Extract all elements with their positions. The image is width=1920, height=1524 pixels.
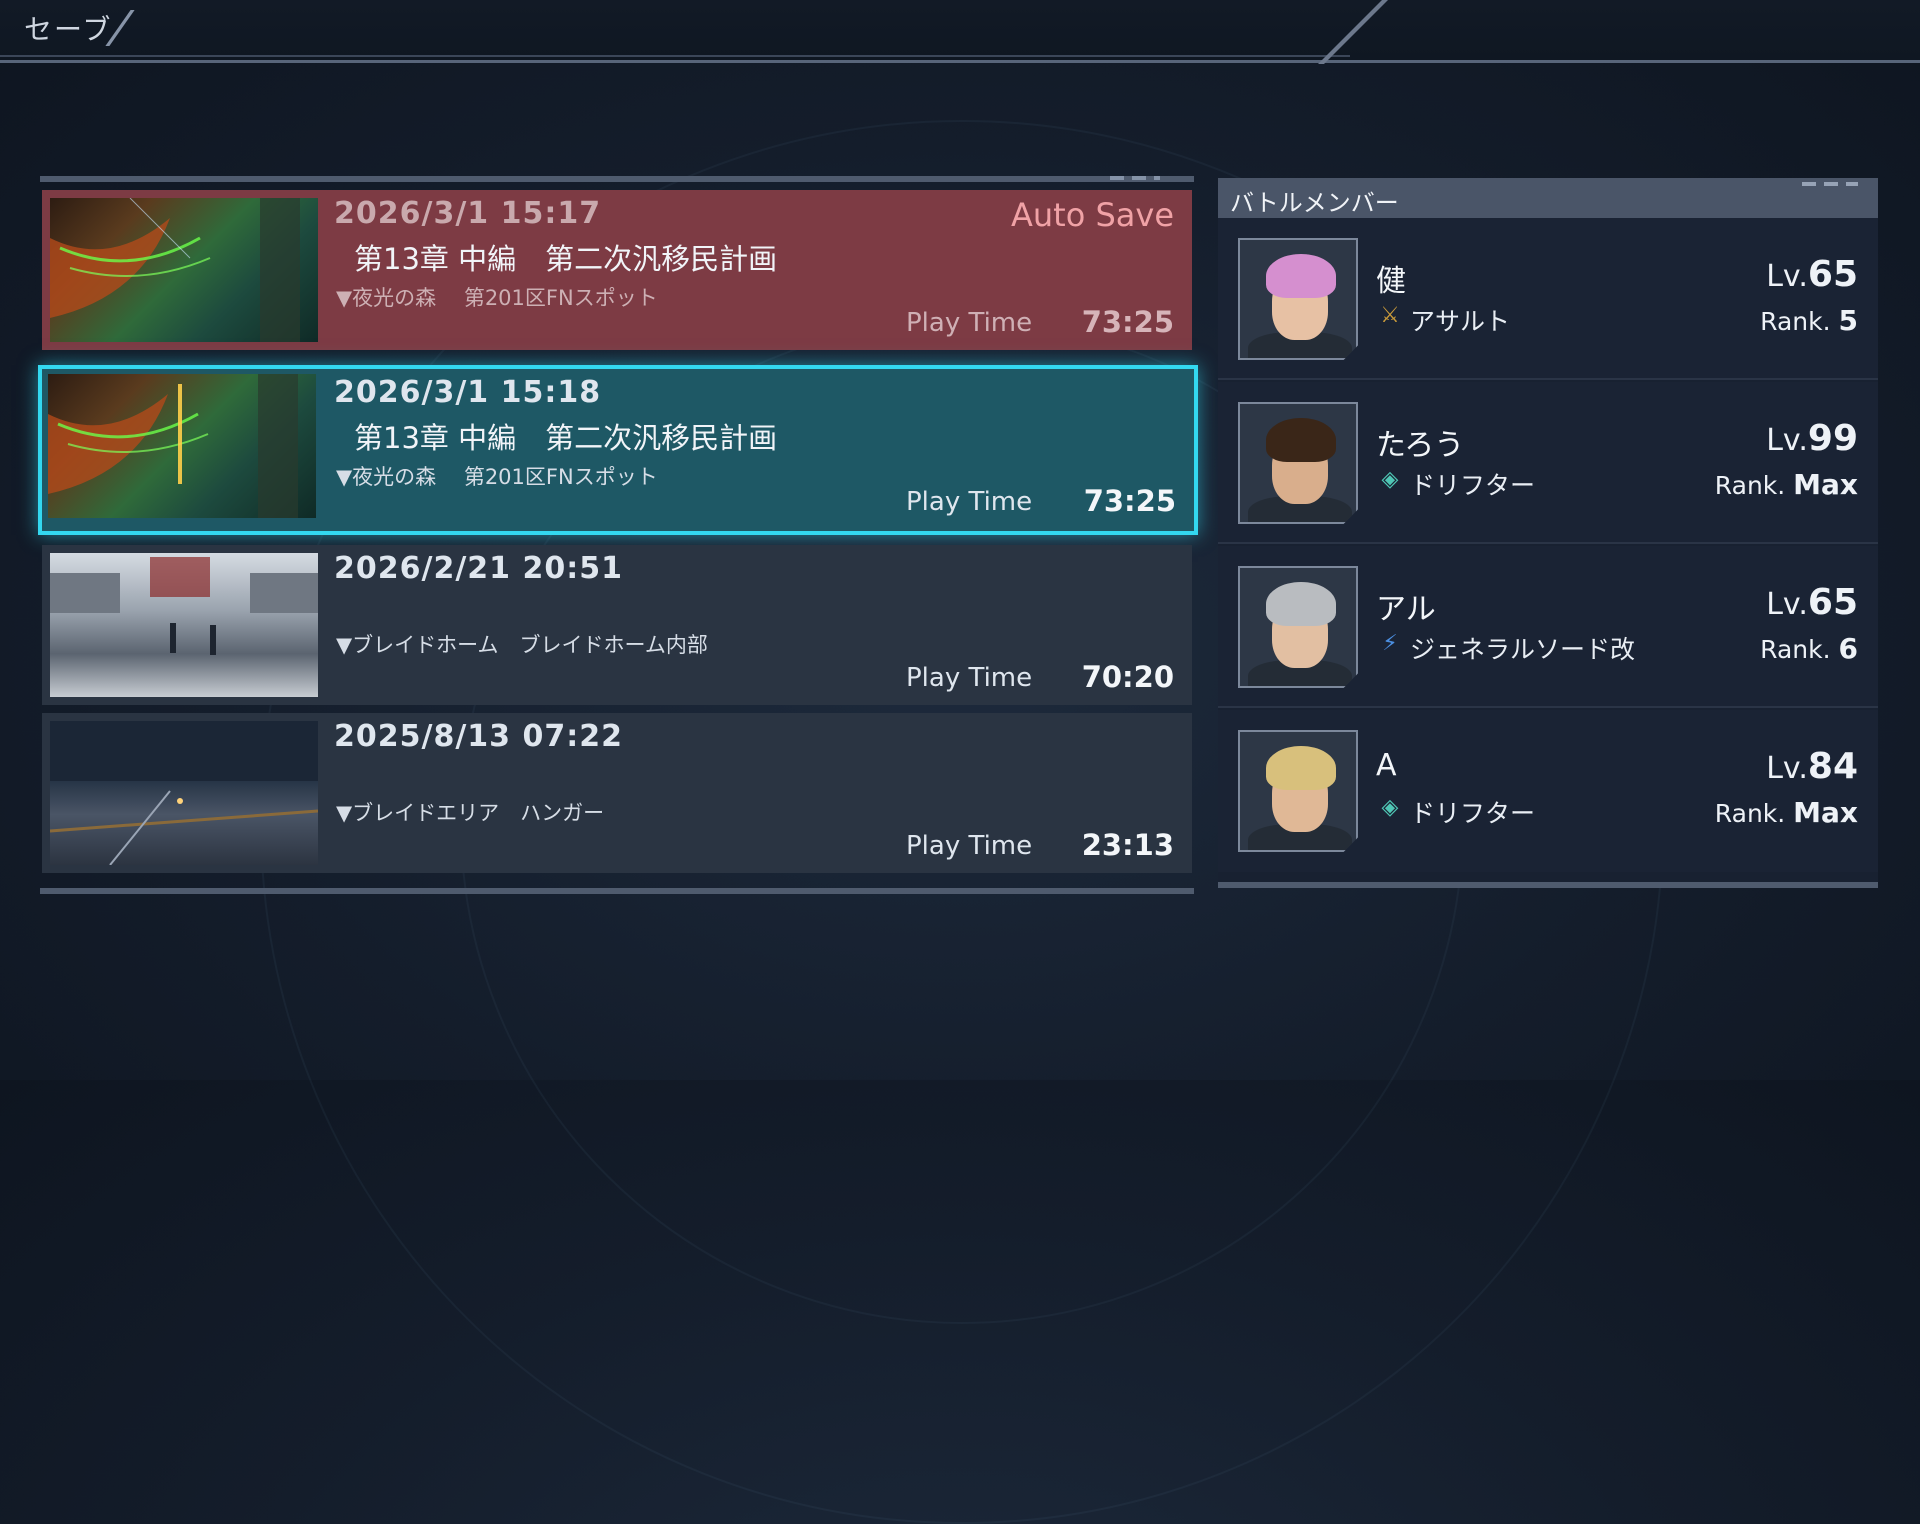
- hair: [1266, 254, 1336, 298]
- member-rank: Rank. Max: [1714, 468, 1858, 501]
- save-slot-auto[interactable]: 2026/3/1 15:17 Auto Save 第13章 中編 第二次汎移民計…: [42, 190, 1192, 350]
- save-thumbnail: [50, 553, 318, 697]
- play-time-label: Play Time: [906, 663, 1033, 693]
- frame-tab-marks: [1110, 176, 1160, 180]
- battle-members-panel: バトルメンバー 健 ⚔ アサルト Lv.65 Rank. 5 たろう ◈ ドリフ…: [1218, 178, 1878, 888]
- save-slot[interactable]: 2026/2/21 20:51 ▼ブレイドホーム ブレイドホーム内部 Play …: [42, 545, 1192, 705]
- header-divider: [1318, 0, 1388, 64]
- save-thumbnail: [50, 198, 318, 342]
- forest-scene-icon: [48, 374, 298, 518]
- save-chapter: 第13章 中編 第二次汎移民計画: [354, 421, 778, 455]
- auto-save-badge: Auto Save: [1010, 196, 1174, 234]
- play-time-value: 73:25: [1083, 484, 1176, 518]
- blade-home-scene-icon: [50, 557, 318, 655]
- drifter-icon: ◈: [1381, 467, 1399, 492]
- forest-scene-icon: [50, 198, 300, 342]
- save-date: 2026/2/21 20:51: [334, 551, 623, 586]
- play-time-value: 70:20: [1081, 660, 1174, 694]
- hair: [1266, 418, 1336, 462]
- member-card: アル ⚡ ジェネラルソード改 Lv.65 Rank. 6: [1218, 546, 1878, 708]
- save-location: ▼夜光の森 第201区FNスポット: [336, 286, 658, 310]
- member-rank: Rank. 6: [1760, 632, 1858, 665]
- play-time-value: 73:25: [1081, 305, 1174, 339]
- member-level: Lv.65: [1766, 254, 1858, 295]
- member-level: Lv.99: [1766, 418, 1858, 459]
- save-location: ▼ブレイドホーム ブレイドホーム内部: [336, 633, 708, 657]
- member-name: 健: [1376, 264, 1406, 299]
- save-chapter: 第13章 中編 第二次汎移民計画: [354, 242, 778, 276]
- panel-tab-marks: [1802, 182, 1858, 186]
- member-name: アル: [1376, 592, 1436, 627]
- assault-icon: ⚔: [1380, 303, 1400, 328]
- character-portrait: [1238, 238, 1358, 360]
- panel-header: バトルメンバー: [1218, 178, 1878, 218]
- member-rank: Rank. Max: [1714, 796, 1858, 829]
- save-date: 2026/3/1 15:17: [334, 196, 602, 231]
- save-date: 2025/8/13 07:22: [334, 719, 623, 754]
- drifter-icon: ◈: [1381, 795, 1399, 820]
- hangar-scene-icon: [50, 721, 318, 865]
- save-thumbnail: [50, 721, 318, 865]
- character-portrait: [1238, 730, 1358, 852]
- hair: [1266, 746, 1336, 790]
- member-class: ドリフター: [1410, 471, 1536, 500]
- save-thumbnail: [48, 374, 316, 518]
- member-rank: Rank. 5: [1760, 304, 1858, 337]
- general-sword-icon: ⚡: [1382, 631, 1398, 656]
- member-class: ドリフター: [1410, 799, 1536, 828]
- member-level: Lv.84: [1766, 746, 1858, 787]
- play-time-label: Play Time: [906, 831, 1033, 861]
- member-card: たろう ◈ ドリフター Lv.99 Rank. Max: [1218, 382, 1878, 544]
- panel-title: バトルメンバー: [1230, 189, 1399, 217]
- play-time-label: Play Time: [906, 487, 1033, 517]
- hair: [1266, 582, 1336, 626]
- member-class: ジェネラルソード改: [1410, 635, 1636, 664]
- save-date: 2026/3/1 15:18: [334, 375, 602, 410]
- page-title: セーブ: [24, 13, 113, 46]
- play-time-value: 23:13: [1081, 828, 1174, 862]
- save-location: ▼夜光の森 第201区FNスポット: [336, 465, 658, 489]
- save-location: ▼ブレイドエリア ハンガー: [336, 801, 605, 825]
- play-time-label: Play Time: [906, 308, 1033, 338]
- save-slot-selected[interactable]: 2026/3/1 15:18 第13章 中編 第二次汎移民計画 ▼夜光の森 第2…: [38, 365, 1198, 535]
- save-slot[interactable]: 2025/8/13 07:22 ▼ブレイドエリア ハンガー Play Time …: [42, 713, 1192, 873]
- member-name: たろう: [1376, 428, 1465, 463]
- header-bar: セーブ: [0, 0, 1920, 64]
- member-name: A: [1376, 748, 1397, 783]
- character-portrait: [1238, 402, 1358, 524]
- member-class: アサルト: [1410, 307, 1511, 336]
- member-card: 健 ⚔ アサルト Lv.65 Rank. 5: [1218, 218, 1878, 380]
- member-level: Lv.65: [1766, 582, 1858, 623]
- header-underline: [0, 55, 1350, 57]
- character-portrait: [1238, 566, 1358, 688]
- member-card: A ◈ ドリフター Lv.84 Rank. Max: [1218, 710, 1878, 872]
